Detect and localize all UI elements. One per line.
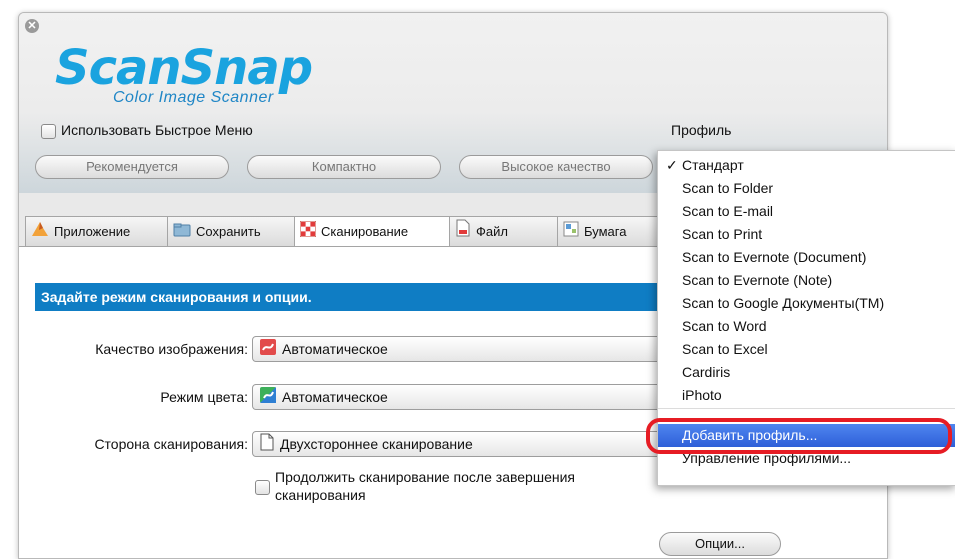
menu-item-scan-to-folder[interactable]: Scan to Folder bbox=[658, 177, 955, 200]
menu-separator bbox=[658, 408, 955, 409]
menu-item-label: Стандарт bbox=[682, 157, 744, 173]
image-quality-select[interactable]: Автоматическое bbox=[252, 336, 674, 362]
tab-file[interactable]: Файл bbox=[449, 216, 559, 247]
menu-item-label: Scan to E-mail bbox=[682, 203, 774, 219]
callout-highlight bbox=[646, 418, 952, 454]
color-mode-icon bbox=[259, 386, 277, 411]
menu-item-scan-to-google-docs[interactable]: Scan to Google Документы(TM) bbox=[658, 292, 955, 315]
options-button[interactable]: Опции... bbox=[659, 532, 781, 556]
tab-application-label: Приложение bbox=[54, 224, 131, 239]
tab-application[interactable]: Приложение bbox=[25, 216, 169, 247]
image-quality-value: Автоматическое bbox=[282, 341, 388, 357]
color-mode-value: Автоматическое bbox=[282, 389, 388, 405]
menu-item-scan-to-word[interactable]: Scan to Word bbox=[658, 315, 955, 338]
menu-item-label: Cardiris bbox=[682, 364, 731, 380]
scanning-side-value: Двухстороннее сканирование bbox=[280, 436, 473, 452]
quality-icon bbox=[259, 338, 277, 363]
section-header: Задайте режим сканирования и опции. bbox=[35, 283, 681, 311]
page-icon bbox=[259, 433, 275, 458]
tab-paper[interactable]: Бумага bbox=[557, 216, 663, 247]
menu-item-scan-to-email[interactable]: Scan to E-mail bbox=[658, 200, 955, 223]
profile-label: Профиль bbox=[671, 122, 732, 138]
menu-item-label: Scan to Print bbox=[682, 226, 763, 242]
scanning-side-select[interactable]: Двухстороннее сканирование bbox=[252, 431, 674, 457]
preset-recommended-button[interactable]: Рекомендуется bbox=[35, 155, 229, 179]
logo-sub-text: Color Image Scanner bbox=[113, 89, 274, 106]
scan-icon bbox=[299, 218, 317, 248]
image-quality-label: Качество изображения: bbox=[95, 341, 248, 357]
tab-file-label: Файл bbox=[476, 224, 508, 239]
folder-icon bbox=[173, 218, 191, 248]
close-icon[interactable]: ✕ bbox=[25, 19, 39, 33]
menu-item-iphoto[interactable]: iPhoto bbox=[658, 384, 955, 407]
color-mode-label: Режим цвета: bbox=[160, 389, 248, 405]
scanning-side-label: Сторона сканирования: bbox=[94, 436, 248, 452]
paper-icon bbox=[563, 218, 579, 248]
menu-item-scan-to-evernote-document[interactable]: Scan to Evernote (Document) bbox=[658, 246, 955, 269]
menu-item-scan-to-evernote-note[interactable]: Scan to Evernote (Note) bbox=[658, 269, 955, 292]
tab-scanning[interactable]: Сканирование bbox=[294, 216, 451, 248]
app-icon bbox=[31, 218, 49, 248]
menu-item-label: Scan to Evernote (Note) bbox=[682, 272, 833, 288]
menu-item-scan-to-excel[interactable]: Scan to Excel bbox=[658, 338, 955, 361]
preset-high-quality-button[interactable]: Высокое качество bbox=[459, 155, 653, 179]
continue-scan-label-line2: сканирования bbox=[275, 487, 366, 503]
menu-item-label: Scan to Folder bbox=[682, 180, 774, 196]
color-mode-select[interactable]: Автоматическое bbox=[252, 384, 674, 410]
file-icon bbox=[455, 218, 471, 248]
menu-item-label: iPhoto bbox=[682, 387, 722, 403]
preset-compact-button[interactable]: Компактно bbox=[247, 155, 441, 179]
menu-item-standard[interactable]: ✓ Стандарт bbox=[658, 154, 955, 177]
quick-menu-checkbox[interactable] bbox=[41, 124, 56, 139]
scansnap-logo: ScanSnap Color Image Scanner bbox=[55, 40, 313, 106]
menu-item-label: Scan to Evernote (Document) bbox=[682, 249, 867, 265]
continue-scan-checkbox[interactable] bbox=[255, 480, 270, 495]
tab-scanning-label: Сканирование bbox=[321, 224, 409, 239]
menu-item-scan-to-print[interactable]: Scan to Print bbox=[658, 223, 955, 246]
menu-item-cardiris[interactable]: Cardiris bbox=[658, 361, 955, 384]
continue-scan-label-line1: Продолжить сканирование после завершения bbox=[275, 469, 575, 485]
tab-save-label: Сохранить bbox=[196, 224, 261, 239]
checkmark-icon: ✓ bbox=[666, 157, 678, 173]
quick-menu-label: Использовать Быстрое Меню bbox=[61, 122, 253, 138]
logo-main-text: ScanSnap bbox=[55, 40, 313, 96]
tab-paper-label: Бумага bbox=[584, 224, 627, 239]
menu-item-label: Scan to Excel bbox=[682, 341, 768, 357]
tab-save[interactable]: Сохранить bbox=[167, 216, 296, 247]
menu-item-label: Scan to Word bbox=[682, 318, 767, 334]
menu-item-label: Scan to Google Документы(TM) bbox=[682, 295, 885, 311]
